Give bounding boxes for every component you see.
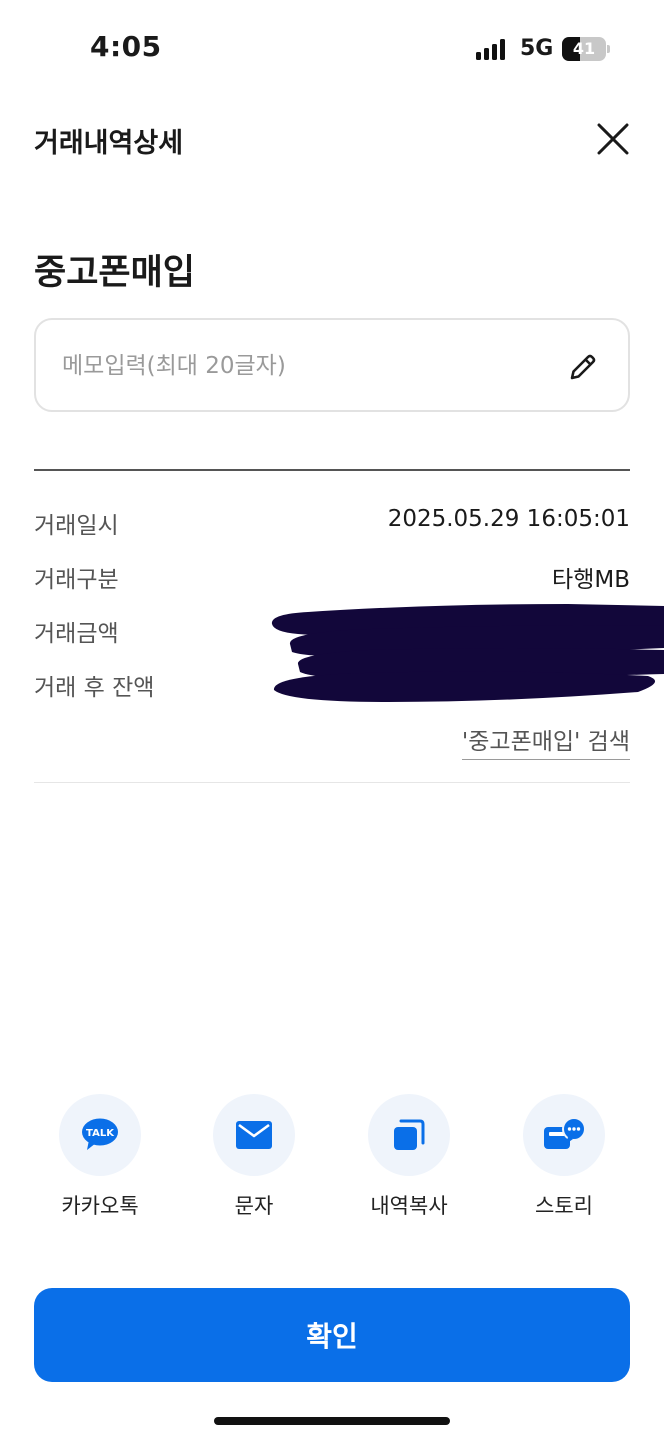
- kakaotalk-icon-text: TALK: [86, 1128, 115, 1139]
- detail-value-type: 타행MB: [552, 567, 630, 593]
- share-copy-label: 내역복사: [370, 1194, 448, 1218]
- memo-input[interactable]: [62, 344, 562, 388]
- mail-icon: [236, 1121, 272, 1149]
- network-type: 5G: [520, 36, 554, 61]
- share-sms-button[interactable]: 문자: [194, 1094, 314, 1220]
- detail-label-balance: 거래 후 잔액: [34, 675, 155, 701]
- copy-icon: [394, 1119, 425, 1150]
- section-divider-light: [34, 782, 630, 783]
- signal-icon: [476, 38, 506, 60]
- battery-percent: 41: [572, 39, 596, 58]
- section-divider: [34, 469, 630, 471]
- detail-value-datetime: 2025.05.29 16:05:01: [387, 506, 630, 532]
- detail-label-type: 거래구분: [34, 567, 119, 593]
- share-story-label: 스토리: [535, 1194, 593, 1218]
- redaction-scribble: [271, 604, 664, 702]
- status-bar: 4:05 5G 41: [0, 0, 664, 100]
- status-time: 4:05: [90, 30, 162, 63]
- share-copy-circle: [368, 1094, 450, 1176]
- share-kakaotalk-button[interactable]: TALK 카카오톡: [40, 1094, 160, 1220]
- battery-icon: 41: [562, 37, 606, 61]
- detail-label-amount: 거래금액: [34, 621, 119, 647]
- home-indicator[interactable]: [214, 1417, 450, 1425]
- share-copy-button[interactable]: 내역복사: [349, 1094, 469, 1220]
- close-icon: [597, 123, 629, 155]
- share-story-button[interactable]: 스토리: [504, 1094, 624, 1220]
- transaction-detail-screen: 4:05 5G 41 거래내역상세 중고폰매입 메모입력(최대 20글자) 거래…: [0, 0, 664, 1440]
- memo-edit-button[interactable]: [566, 350, 600, 384]
- share-sms-label: 문자: [234, 1194, 274, 1218]
- share-sms-circle: [213, 1094, 295, 1176]
- close-button[interactable]: [592, 118, 634, 160]
- pencil-icon: [570, 354, 596, 380]
- detail-label-datetime: 거래일시: [34, 513, 119, 539]
- header-title: 거래내역상세: [34, 128, 184, 159]
- share-kakaotalk-label: 카카오톡: [61, 1194, 139, 1218]
- battery-nub: [607, 45, 610, 53]
- share-story-circle: [523, 1094, 605, 1176]
- story-icon: [544, 1117, 586, 1149]
- search-transaction-link[interactable]: '중고폰매입' 검색: [461, 722, 630, 760]
- memo-field-container: [34, 318, 630, 412]
- confirm-button[interactable]: 확인: [34, 1288, 630, 1382]
- share-kakaotalk-circle: TALK: [59, 1094, 141, 1176]
- transaction-name: 중고폰매입: [34, 253, 196, 293]
- kakaotalk-icon: TALK: [82, 1118, 118, 1150]
